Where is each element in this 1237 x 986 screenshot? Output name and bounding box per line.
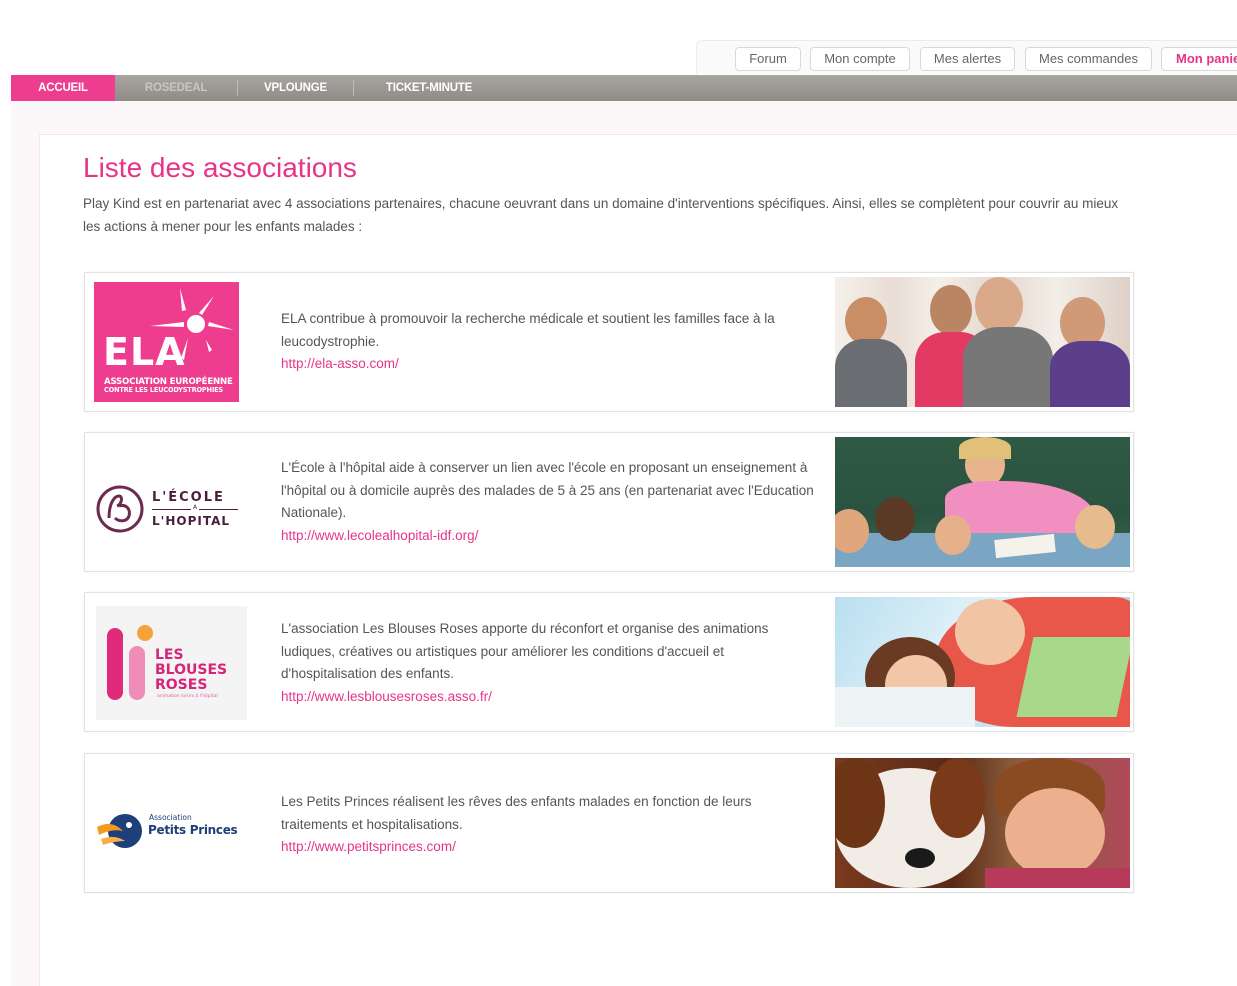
association-description: ELA contribue à promouvoir la recherche … — [281, 308, 821, 376]
description-text: Les Petits Princes réalisent les rêves d… — [281, 794, 752, 832]
blouses-logo-line1: LES — [155, 647, 184, 663]
reading-photo — [835, 597, 1130, 727]
association-card-ela: ELA ASSOCIATION EUROPÉENNE CONTRE LES LE… — [84, 272, 1134, 412]
ecole-logo-line1: L'ÉCOLE — [152, 490, 225, 505]
classroom-photo — [835, 437, 1130, 567]
orders-link[interactable]: Mes commandes — [1025, 47, 1152, 71]
family-photo — [835, 277, 1130, 407]
ela-logo[interactable]: ELA ASSOCIATION EUROPÉENNE CONTRE LES LE… — [94, 282, 239, 402]
cart-link[interactable]: Mon panier — [1161, 47, 1237, 71]
ecole-hopital-logo[interactable]: L'ÉCOLE A L'HOPITAL — [94, 442, 240, 562]
intro-text: Play Kind est en partenariat avec 4 asso… — [83, 196, 1119, 234]
nav-item-rosedeal[interactable]: ROSEDEAL — [115, 75, 237, 101]
association-link[interactable]: http://www.lecolealhopital-idf.org/ — [281, 525, 821, 548]
association-card-ecole-hopital: L'ÉCOLE A L'HOPITAL L'École à l'hôpital … — [84, 432, 1134, 572]
main-nav: ACCUEIL ROSEDEAL VPLOUNGE TICKET-MINUTE — [11, 75, 1237, 101]
ecole-emblem-icon — [96, 485, 144, 533]
blouses-logo-tagline: animation loisirs à l'hôpital — [157, 694, 218, 699]
petits-princes-emblem-icon — [97, 814, 142, 848]
description-text: L'association Les Blouses Roses apporte … — [281, 621, 769, 681]
alerts-link[interactable]: Mes alertes — [920, 47, 1015, 71]
ela-logo-text: ELA — [103, 330, 186, 374]
association-card-blouses-roses: LES BLOUSES ROSES animation loisirs à l'… — [84, 592, 1134, 732]
association-link[interactable]: http://ela-asso.com/ — [281, 353, 821, 376]
description-text: ELA contribue à promouvoir la recherche … — [281, 311, 775, 349]
blouses-roses-emblem-icon — [107, 625, 153, 700]
ecole-logo-mid: A — [191, 504, 200, 511]
nav-item-ticket-minute[interactable]: TICKET-MINUTE — [354, 75, 504, 101]
nav-item-vplounge[interactable]: VPLOUNGE — [238, 75, 353, 101]
forum-link[interactable]: Forum — [735, 47, 801, 71]
association-link[interactable]: http://www.lesblousesroses.asso.fr/ — [281, 686, 821, 709]
association-link[interactable]: http://www.petitsprinces.com/ — [281, 836, 821, 859]
blouses-roses-logo[interactable]: LES BLOUSES ROSES animation loisirs à l'… — [96, 606, 247, 720]
ecole-logo-line2: L'HOPITAL — [152, 514, 231, 528]
blouses-logo-line3: ROSES — [155, 677, 208, 693]
dog-and-child-photo — [835, 758, 1130, 888]
association-description: Les Petits Princes réalisent les rêves d… — [281, 791, 821, 859]
petits-princes-logo-small: Association — [149, 813, 192, 822]
description-text: L'École à l'hôpital aide à conserver un … — [281, 460, 814, 520]
blouses-logo-line2: BLOUSES — [155, 662, 228, 678]
association-description: L'École à l'hôpital aide à conserver un … — [281, 457, 821, 547]
ela-logo-sub2: CONTRE LES LEUCODYSTROPHIES — [104, 386, 223, 394]
association-description: L'association Les Blouses Roses apporte … — [281, 618, 821, 708]
nav-item-accueil[interactable]: ACCUEIL — [11, 75, 115, 101]
petits-princes-logo-name: Petits Princes — [148, 823, 238, 837]
page-title: Liste des associations — [83, 152, 357, 183]
account-link[interactable]: Mon compte — [810, 47, 910, 71]
association-card-petits-princes: Association Petits Princes Les Petits Pr… — [84, 753, 1134, 893]
petits-princes-logo[interactable]: Association Petits Princes — [94, 763, 240, 883]
